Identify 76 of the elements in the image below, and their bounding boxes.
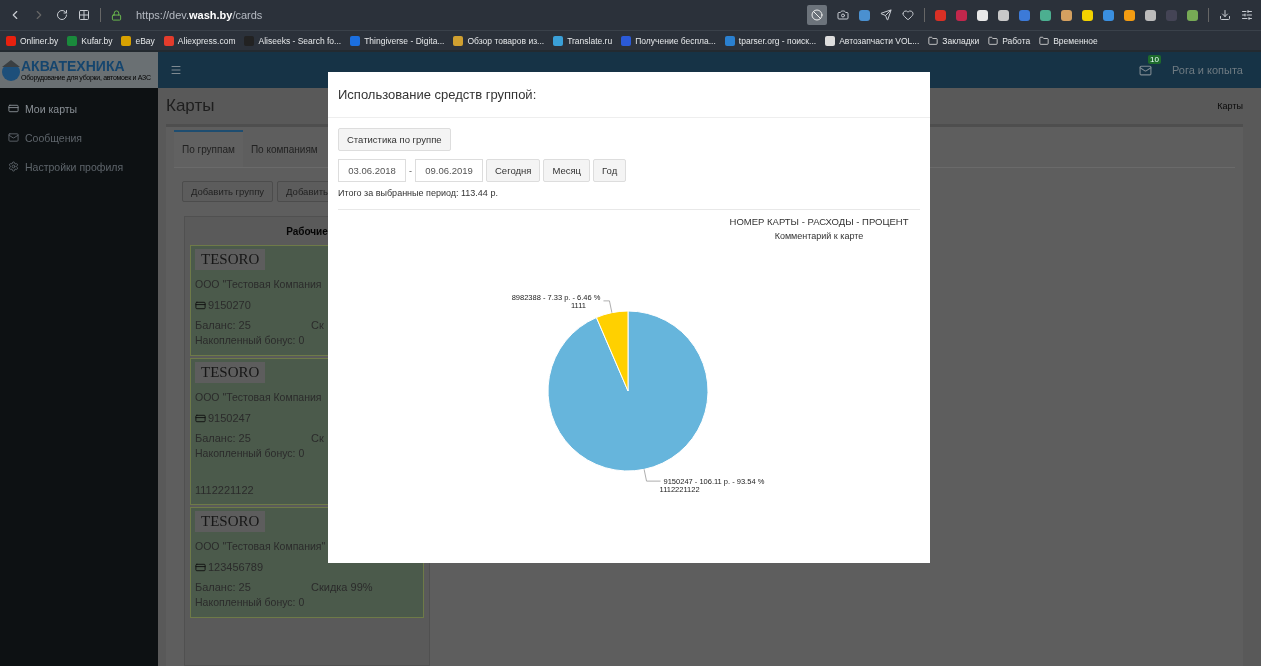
card-icon [195, 299, 206, 311]
extension-icon[interactable] [1145, 9, 1156, 21]
period-button[interactable]: Год [593, 159, 627, 182]
modal-title: Использование средств группой: [338, 87, 537, 102]
extension-icon[interactable] [1124, 9, 1135, 21]
heart-icon[interactable] [902, 9, 914, 21]
site-icon [163, 35, 174, 46]
site-icon [621, 35, 632, 46]
folder-icon [988, 35, 999, 46]
extension-icon[interactable] [977, 9, 988, 21]
site-icon [825, 35, 836, 46]
stats-button[interactable]: Статистика по группе [338, 128, 451, 151]
site-icon [350, 35, 361, 46]
site-icon [724, 35, 735, 46]
send-icon[interactable] [880, 9, 892, 21]
folder-icon [928, 35, 939, 46]
bookmark-link[interactable]: Обзор товаров из... [453, 35, 545, 46]
bookmark-link[interactable]: Получение бесплa... [621, 35, 716, 46]
bookmark-link[interactable]: eBay [121, 35, 155, 46]
address-field[interactable]: https://dev.wash.by/cards [136, 9, 263, 21]
card-logo: TESORO [195, 511, 266, 532]
total-text: Итого за выбранные период: 113.44 р. [338, 188, 499, 198]
settings-icon [8, 161, 19, 172]
bookmark-link[interactable]: Aliseeks - Search fo... [244, 35, 342, 46]
extension-icon[interactable] [998, 9, 1009, 21]
bookmark-link[interactable]: tparser.org - поиск... [724, 35, 817, 46]
mail-icon[interactable] [1138, 63, 1152, 77]
extension-icon[interactable] [1061, 9, 1072, 21]
date-from-field[interactable]: 03.06.2018 [338, 159, 406, 182]
date-separator: - [409, 165, 412, 176]
extension-icon[interactable] [1187, 9, 1198, 21]
lock-icon [111, 9, 122, 21]
chart-title: НОМЕР КАРТЫ - РАСХОДЫ - ПРОЦЕНТ [729, 216, 909, 227]
leader-line [643, 468, 661, 482]
site-icon [244, 35, 255, 46]
logo-icon [2, 58, 20, 82]
sidebar-item[interactable]: Мои карты [0, 94, 158, 123]
card-logo: TESORO [195, 249, 266, 270]
block-icon[interactable] [807, 5, 827, 25]
bookmark-link[interactable]: Закладки [928, 35, 980, 46]
chart-subtitle: Комментарий к карте [774, 231, 864, 241]
period-button[interactable]: Сегодня [486, 159, 541, 182]
bookmark-link[interactable]: Временное [1039, 35, 1098, 46]
download-icon[interactable] [1219, 9, 1231, 21]
bookmark-link[interactable]: Translate.ru [553, 35, 613, 46]
group-title: Рабочие [285, 224, 329, 239]
settings-icon[interactable] [1241, 9, 1253, 21]
site-icon [121, 35, 132, 46]
site-icon [553, 35, 564, 46]
card-logo: TESORO [195, 362, 266, 383]
card-icon [195, 412, 206, 424]
reload-icon[interactable] [56, 9, 68, 21]
folder-icon [1039, 35, 1050, 46]
bookmark-link[interactable]: Автозапчасти VOL... [825, 35, 920, 46]
camera-icon[interactable] [837, 9, 849, 21]
grid-icon[interactable] [78, 9, 90, 21]
card-icon [8, 103, 19, 114]
extension-icon[interactable] [1082, 9, 1093, 21]
mail-count: 10 [1148, 54, 1161, 64]
site-icon [6, 35, 16, 46]
card-icon [195, 561, 206, 573]
site-icon [453, 35, 464, 46]
period-button[interactable]: Месяц [543, 159, 591, 182]
extension-icon[interactable] [1040, 9, 1051, 21]
leader-line [603, 300, 613, 314]
bookmark-link[interactable]: Kufar.by [67, 35, 113, 46]
bookmark-link[interactable]: Thingiverse - Digita... [350, 35, 445, 46]
bookmark-link[interactable]: Работа [988, 35, 1031, 46]
site-icon [67, 35, 78, 46]
date-to-field[interactable]: 09.06.2019 [415, 159, 483, 182]
bookmark-link[interactable]: Aliexpress.com [163, 35, 236, 46]
menu-icon[interactable] [170, 64, 182, 76]
page-title: Карты [166, 96, 215, 116]
mail-icon [8, 132, 19, 143]
bookmark-link[interactable]: Onliner.by [6, 35, 59, 46]
logo-text: АКВАТЕХНИКА [21, 58, 126, 74]
